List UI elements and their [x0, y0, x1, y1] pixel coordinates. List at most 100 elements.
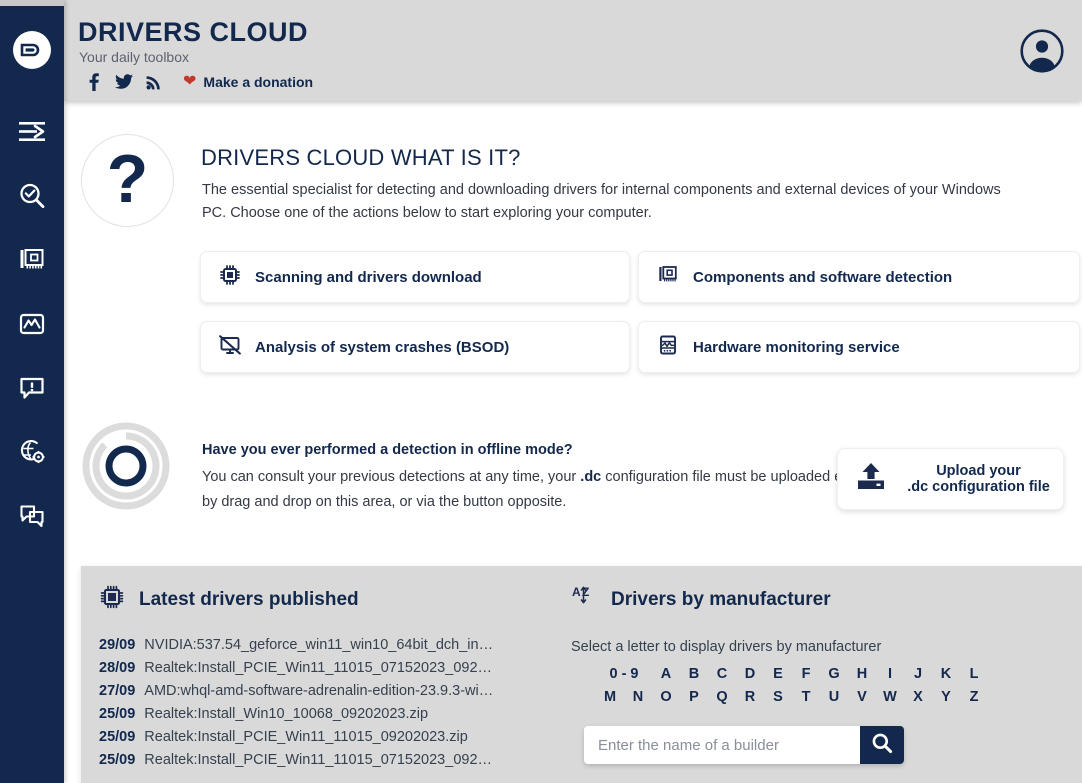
alpha-link-y[interactable]: Y: [932, 686, 960, 709]
latest-drivers-header: Latest drivers published: [99, 584, 549, 615]
alpha-link-w[interactable]: W: [876, 686, 904, 709]
driver-date: 28/09: [99, 660, 136, 676]
driver-date: 25/09: [99, 729, 136, 745]
latest-drivers-section: Latest drivers published 29/09 NVIDIA:53…: [99, 584, 549, 775]
alpha-link-h[interactable]: H: [848, 663, 876, 686]
app-window: DRIVERS CLOUD Your daily toolbox ❤ Make …: [0, 0, 1082, 783]
driver-date: 29/09: [99, 637, 136, 653]
bottom-panel: Latest drivers published 29/09 NVIDIA:53…: [81, 566, 1082, 783]
alpha-link-z[interactable]: Z: [960, 686, 988, 709]
search-button[interactable]: [860, 726, 904, 764]
alpha-link-o[interactable]: O: [652, 686, 680, 709]
page-subtitle: Your daily toolbox: [79, 49, 190, 65]
account-button[interactable]: [1019, 28, 1065, 74]
alpha-link-e[interactable]: E: [764, 663, 792, 686]
heart-icon[interactable]: ❤: [183, 74, 196, 90]
chat-bubbles-icon: [17, 501, 47, 531]
menu-arrow-icon: [17, 117, 47, 147]
list-item[interactable]: 25/09 Realtek:Install_PCIE_Win11_11015_0…: [99, 752, 549, 768]
driver-name[interactable]: Realtek:Install_Win10_10068_09202023.zip: [144, 706, 428, 722]
offline-description: You can consult your previous detections…: [202, 465, 882, 515]
hardware-monitoring-service-card[interactable]: Hardware monitoring service: [638, 321, 1080, 373]
alpha-link-c[interactable]: C: [708, 663, 736, 686]
alpha-link-u[interactable]: U: [820, 686, 848, 709]
upload-button-labels: Upload your .dc configuration file: [902, 463, 1055, 495]
driver-date: 27/09: [99, 683, 136, 699]
latest-drivers-list: 29/09 NVIDIA:537.54_geforce_win11_win10_…: [99, 637, 549, 768]
expansion-card-icon: [17, 245, 47, 275]
analysis-of-system-crashes-card[interactable]: Analysis of system crashes (BSOD): [200, 321, 630, 373]
window-titlebar-strip: [0, 0, 64, 6]
action-card-label: Scanning and drivers download: [255, 268, 482, 286]
alpha-link-x[interactable]: X: [904, 686, 932, 709]
brand-logo[interactable]: [0, 0, 64, 100]
alphabet-index: 0 - 9 A B C D E F G H I J K L M N O P Q …: [571, 663, 1071, 709]
alpha-link-m[interactable]: M: [596, 686, 624, 709]
alpha-link-i[interactable]: I: [876, 663, 904, 686]
intro-description: The essential specialist for detecting a…: [202, 182, 1001, 221]
offline-text-bold: .dc: [580, 469, 602, 485]
alpha-link-j[interactable]: J: [904, 663, 932, 686]
driver-name[interactable]: Realtek:Install_PCIE_Win11_11015_0920202…: [144, 729, 468, 745]
rss-icon[interactable]: [139, 74, 169, 90]
list-item[interactable]: 25/09 Realtek:Install_PCIE_Win11_11015_0…: [99, 729, 549, 745]
action-card-label: Analysis of system crashes (BSOD): [255, 338, 510, 356]
alpha-link-b[interactable]: B: [680, 663, 708, 686]
latest-drivers-title: Latest drivers published: [139, 588, 359, 610]
alpha-link-v[interactable]: V: [848, 686, 876, 709]
alpha-link-r[interactable]: R: [736, 686, 764, 709]
manufacturers-header: A Z Drivers by manufacturer: [571, 584, 1071, 615]
alpha-link-d[interactable]: D: [736, 663, 764, 686]
driver-name[interactable]: Realtek:Install_PCIE_Win11_11015_0715202…: [144, 660, 496, 676]
donation-link[interactable]: Make a donation: [203, 74, 313, 90]
alpha-link-s[interactable]: S: [764, 686, 792, 709]
svg-text:A: A: [572, 585, 581, 599]
alpha-link-l[interactable]: L: [960, 663, 988, 686]
sidebar-item-menu[interactable]: [0, 100, 64, 164]
monitor-pulse-icon: [657, 334, 679, 361]
alphabet-row-1: 0 - 9 A B C D E F G H I J K L: [587, 663, 997, 686]
alpha-link-q[interactable]: Q: [708, 686, 736, 709]
alpha-link-0-9[interactable]: 0 - 9: [596, 663, 652, 686]
left-sidebar: [0, 0, 64, 783]
main-content: ? DRIVERS CLOUD WHAT IS IT? The essentia…: [64, 101, 1082, 783]
monitor-off-icon: [219, 334, 241, 361]
driver-name[interactable]: AMD:whql-amd-software-adrenalin-edition-…: [144, 683, 493, 699]
alpha-link-k[interactable]: K: [932, 663, 960, 686]
driver-name[interactable]: Realtek:Install_PCIE_Win11_11015_0715202…: [144, 752, 496, 768]
scanning-and-drivers-download-card[interactable]: Scanning and drivers download: [200, 251, 630, 303]
intro-title: DRIVERS CLOUD WHAT IS IT?: [201, 145, 521, 170]
manufacturers-section: A Z Drivers by manufacturer Select a let…: [571, 584, 1071, 764]
twitter-icon[interactable]: [109, 74, 139, 90]
alpha-link-t[interactable]: T: [792, 686, 820, 709]
alpha-link-g[interactable]: G: [820, 663, 848, 686]
upload-line-1: Upload your: [936, 463, 1021, 479]
list-item[interactable]: 29/09 NVIDIA:537.54_geforce_win11_win10_…: [99, 637, 549, 653]
globe-gear-icon: [17, 437, 47, 467]
search-icon: [871, 732, 893, 759]
list-item[interactable]: 25/09 Realtek:Install_Win10_10068_092020…: [99, 706, 549, 722]
list-item[interactable]: 28/09 Realtek:Install_PCIE_Win11_11015_0…: [99, 660, 549, 676]
account-circle-icon: [1019, 29, 1065, 78]
sort-alpha-icon: A Z: [571, 584, 597, 615]
alpha-link-n[interactable]: N: [624, 686, 652, 709]
offline-text-before: You can consult your previous detections…: [202, 469, 581, 485]
sidebar-item-components[interactable]: [0, 228, 64, 292]
alpha-link-a[interactable]: A: [652, 663, 680, 686]
list-item[interactable]: 27/09 AMD:whql-amd-software-adrenalin-ed…: [99, 683, 549, 699]
alpha-link-f[interactable]: F: [792, 663, 820, 686]
sidebar-item-detection[interactable]: [0, 164, 64, 228]
facebook-icon[interactable]: [79, 73, 109, 91]
alpha-link-p[interactable]: P: [680, 686, 708, 709]
sidebar-item-settings[interactable]: [0, 420, 64, 484]
cpu-chip-icon: [219, 264, 241, 291]
driver-name[interactable]: NVIDIA:537.54_geforce_win11_win10_64bit_…: [144, 637, 496, 653]
upload-icon: [854, 460, 888, 499]
components-and-software-detection-card[interactable]: Components and software detection: [638, 251, 1080, 303]
sidebar-item-alerts[interactable]: [0, 356, 64, 420]
search-input[interactable]: [584, 726, 860, 764]
upload-config-button[interactable]: Upload your .dc configuration file: [837, 448, 1064, 510]
page-header: DRIVERS CLOUD Your daily toolbox ❤ Make …: [64, 0, 1082, 101]
sidebar-item-monitoring[interactable]: [0, 292, 64, 356]
sidebar-item-forum[interactable]: [0, 484, 64, 548]
